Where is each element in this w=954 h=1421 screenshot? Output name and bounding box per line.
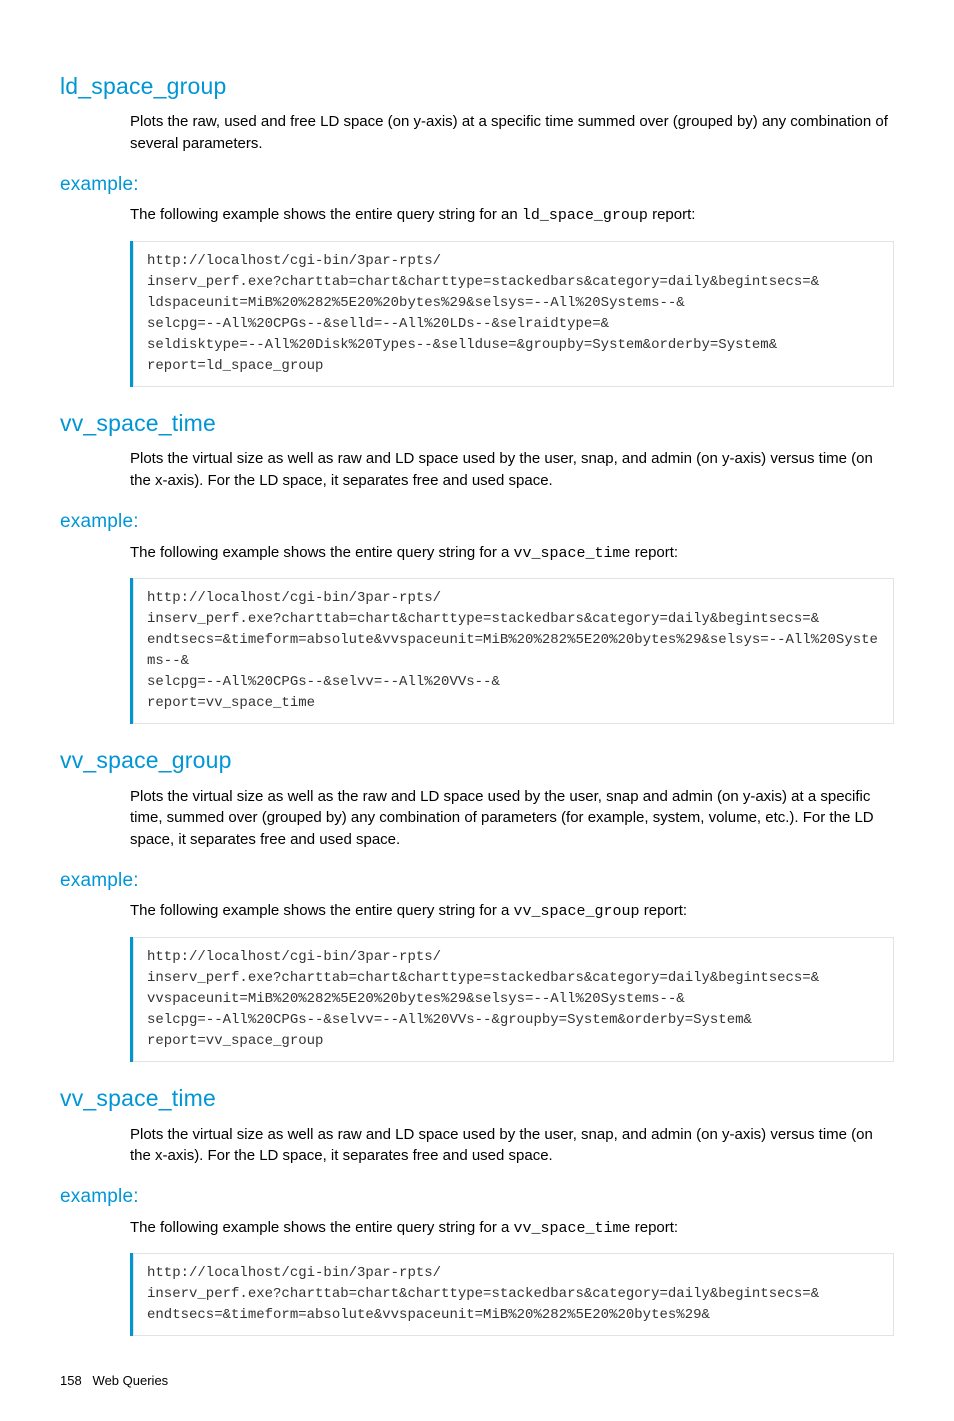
- example-intro: The following example shows the entire q…: [130, 542, 894, 565]
- section-heading: vv_space_time: [60, 407, 894, 440]
- code-block: http://localhost/cgi-bin/3par-rpts/ inse…: [130, 1253, 894, 1336]
- code-block: http://localhost/cgi-bin/3par-rpts/ inse…: [130, 241, 894, 387]
- section-heading: vv_space_group: [60, 744, 894, 777]
- section-description: Plots the virtual size as well as raw an…: [130, 1124, 894, 1168]
- report-name-code: ld_space_group: [522, 207, 648, 224]
- section-description: Plots the virtual size as well as the ra…: [130, 786, 894, 851]
- section-heading: vv_space_time: [60, 1082, 894, 1115]
- section-description: Plots the raw, used and free LD space (o…: [130, 111, 894, 155]
- example-heading: example:: [60, 867, 894, 895]
- report-name-code: vv_space_group: [514, 903, 640, 920]
- example-intro: The following example shows the entire q…: [130, 1217, 894, 1240]
- example-heading: example:: [60, 171, 894, 199]
- code-block: http://localhost/cgi-bin/3par-rpts/ inse…: [130, 578, 894, 724]
- example-intro: The following example shows the entire q…: [130, 900, 894, 923]
- report-name-code: vv_space_time: [514, 545, 631, 562]
- example-heading: example:: [60, 1183, 894, 1211]
- code-block: http://localhost/cgi-bin/3par-rpts/ inse…: [130, 937, 894, 1062]
- section-description: Plots the virtual size as well as raw an…: [130, 448, 894, 492]
- footer-title: Web Queries: [93, 1373, 169, 1388]
- example-heading: example:: [60, 508, 894, 536]
- section-heading: ld_space_group: [60, 70, 894, 103]
- page-footer: 158 Web Queries: [60, 1372, 894, 1391]
- report-name-code: vv_space_time: [514, 1220, 631, 1237]
- example-intro: The following example shows the entire q…: [130, 204, 894, 227]
- page-number: 158: [60, 1373, 82, 1388]
